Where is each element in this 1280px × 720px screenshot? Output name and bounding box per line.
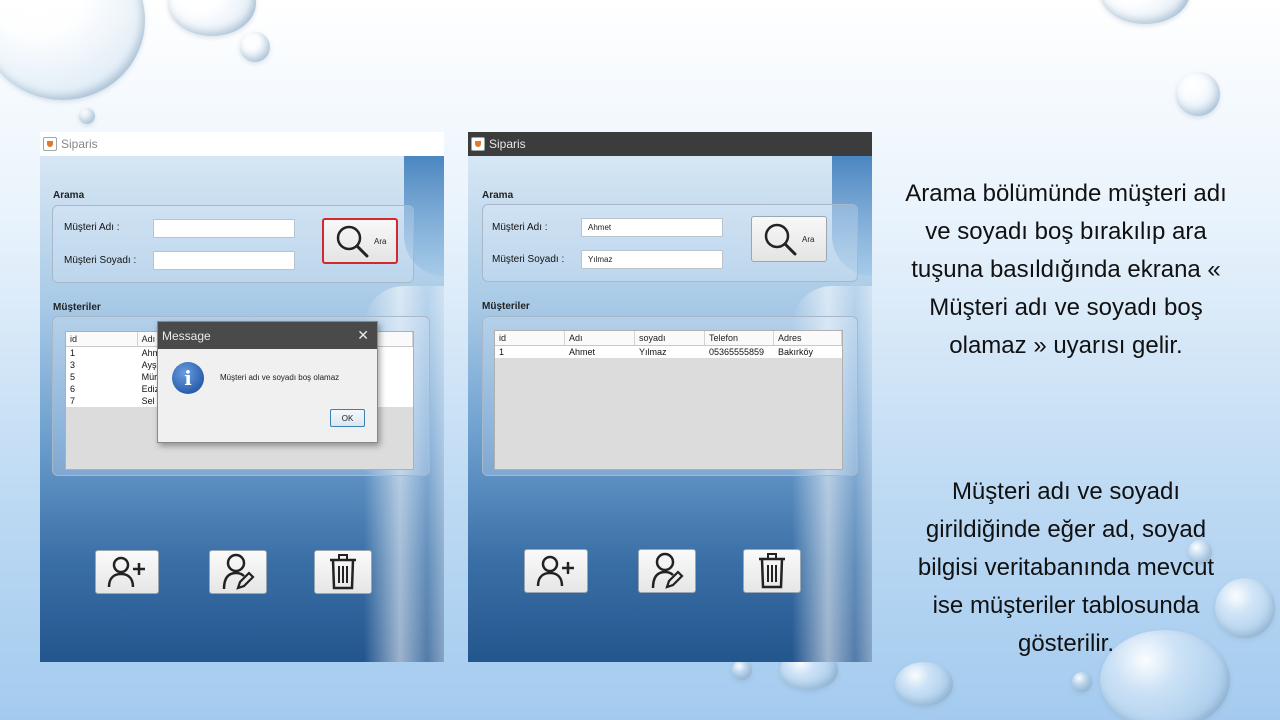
water-drop	[1072, 672, 1092, 692]
edit-user-icon	[651, 552, 684, 589]
surname-input[interactable]	[153, 251, 295, 270]
water-drop	[0, 0, 145, 100]
cell-address: Bakırköy	[778, 347, 814, 357]
cell-phone: 05365555859	[709, 347, 765, 357]
add-customer-button[interactable]	[95, 550, 159, 594]
cell-id: 3	[70, 360, 76, 370]
magnifier-icon	[336, 225, 369, 258]
trash-icon	[330, 554, 356, 590]
search-button-label: Ara	[374, 236, 387, 246]
edit-customer-button[interactable]	[638, 549, 696, 593]
customers-table[interactable]: id Adı soyadı Telefon Adres 1 Ahmet Yılm…	[494, 330, 843, 470]
table-row[interactable]: 1 Ahmet Yılmaz 05365555859 Bakırköy	[495, 346, 842, 358]
ok-button[interactable]: OK	[330, 409, 365, 427]
close-icon[interactable]: ✕	[357, 327, 369, 344]
surname-input[interactable]: Yılmaz	[581, 250, 723, 269]
name-label: Müşteri Adı :	[492, 222, 548, 233]
add-customer-button[interactable]	[524, 549, 588, 593]
cell-id: 1	[499, 347, 505, 357]
java-app-icon	[43, 137, 57, 151]
info-icon: i	[172, 362, 204, 394]
description-paragraph-1: Arama bölümünde müşteri adı ve soyadı bo…	[905, 180, 1227, 359]
magnifier-icon	[764, 223, 797, 256]
water-drop	[732, 660, 752, 680]
window-client-area: Arama Müşteri Adı : Müşteri Soyadı : Ahm…	[468, 156, 872, 662]
description-paragraph-2: Müşteri adı ve soyadı girildiğinde eğer …	[917, 478, 1215, 657]
column-header[interactable]: Adı	[565, 331, 635, 345]
app-window-empty-search: Siparis Arama Müşteri Adı : Müşteri Soya…	[40, 132, 444, 662]
cell-id: 7	[70, 396, 76, 406]
window-titlebar[interactable]: Siparis	[40, 132, 444, 156]
search-section-title: Arama	[482, 190, 514, 201]
edit-customer-button[interactable]	[209, 550, 267, 594]
name-input[interactable]: Ahmet	[581, 218, 723, 237]
delete-customer-button[interactable]	[314, 550, 372, 594]
cell-id: 6	[70, 384, 76, 394]
column-header[interactable]: id	[495, 331, 565, 345]
search-section-title: Arama	[53, 190, 85, 201]
column-header[interactable]: soyadı	[635, 331, 705, 345]
name-label: Müşteri Adı :	[64, 222, 120, 233]
water-drop	[1176, 72, 1220, 116]
delete-customer-button[interactable]	[743, 549, 801, 593]
add-user-icon	[536, 555, 574, 587]
name-input[interactable]	[153, 219, 295, 238]
dialog-message: Müşteri adı ve soyadı boş olamaz	[220, 373, 340, 382]
trash-icon	[759, 553, 785, 589]
window-titlebar[interactable]: Siparis	[468, 132, 872, 156]
column-header[interactable]: Telefon	[705, 331, 774, 345]
edit-user-icon	[222, 553, 255, 590]
dialog-titlebar[interactable]: Message ✕	[158, 322, 377, 349]
column-header[interactable]: id	[66, 332, 138, 346]
water-drop	[895, 662, 953, 706]
app-window-search-result: Siparis Arama Müşteri Adı : Müşteri Soya…	[468, 132, 872, 662]
cell-id: 1	[70, 348, 76, 358]
add-user-icon	[107, 556, 145, 588]
window-title: Siparis	[61, 137, 98, 151]
cell-surname: Yılmaz	[639, 347, 667, 357]
water-drop	[240, 32, 270, 62]
window-client-area: Arama Müşteri Adı : Müşteri Soyadı : Ara…	[40, 156, 444, 662]
search-button-label: Ara	[802, 234, 815, 244]
surname-label: Müşteri Soyadı :	[64, 255, 137, 266]
search-button[interactable]: Ara	[322, 218, 398, 264]
surname-label: Müşteri Soyadı :	[492, 254, 565, 265]
dialog-title: Message	[162, 328, 211, 343]
column-header[interactable]: Adres	[774, 331, 842, 345]
message-dialog[interactable]: Message ✕ i Müşteri adı ve soyadı boş ol…	[157, 321, 378, 443]
customers-section-title: Müşteriler	[53, 302, 101, 313]
window-title: Siparis	[489, 137, 526, 151]
customers-section-title: Müşteriler	[482, 301, 530, 312]
search-button[interactable]: Ara	[751, 216, 827, 262]
cell-name: Ahmet	[569, 347, 596, 357]
java-app-icon	[471, 137, 485, 151]
water-drop	[168, 0, 256, 36]
cell-id: 5	[70, 372, 76, 382]
water-drop	[1100, 0, 1190, 24]
table-header: id Adı soyadı Telefon Adres	[495, 331, 842, 346]
water-drop	[79, 108, 95, 124]
